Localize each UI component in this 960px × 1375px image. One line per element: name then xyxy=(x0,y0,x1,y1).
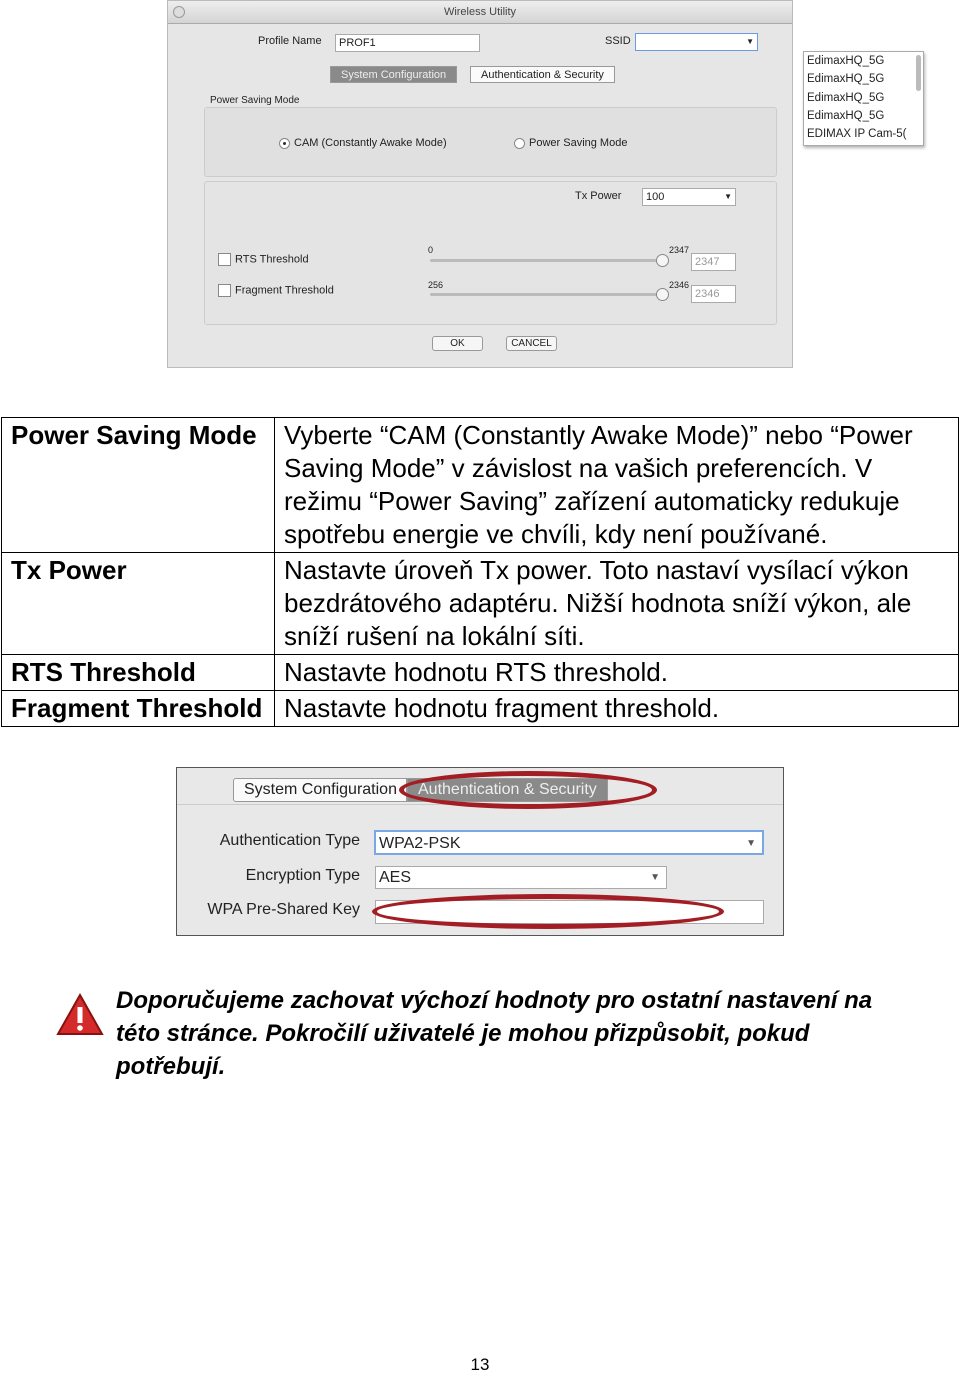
auth-security-screenshot: System Configuration Authentication & Se… xyxy=(176,767,784,936)
power-saving-mode-label: Power Saving Mode xyxy=(210,95,300,106)
auth-type-value: WPA2-PSK xyxy=(379,835,461,852)
ssid-dropdown-list: EdimaxHQ_5G EdimaxHQ_5G EdimaxHQ_5G Edim… xyxy=(803,51,924,146)
rts-min: 0 xyxy=(428,245,434,255)
text-line: Vyberte “CAM (Constantly Awake Mode)” ne… xyxy=(284,420,913,450)
text-line: sníží rušení na lokální síti. xyxy=(284,621,585,651)
fragment-label: Fragment Threshold xyxy=(235,284,334,297)
cancel-button[interactable]: CANCEL xyxy=(506,336,557,351)
psk-label: WPA Pre-Shared Key xyxy=(207,901,360,918)
tx-power-label: Tx Power xyxy=(575,190,622,202)
profile-name-label: Profile Name xyxy=(258,35,322,47)
rts-max: 2347 xyxy=(669,245,690,255)
profile-name-input[interactable]: PROF1 xyxy=(335,34,480,52)
fragment-slider-handle[interactable] xyxy=(656,288,669,301)
text-line: Saving Mode” v závislost na vašich prefe… xyxy=(284,453,873,483)
chevron-down-icon: ▼ xyxy=(650,872,660,883)
fragment-slider-track[interactable] xyxy=(430,293,663,296)
ssid-option[interactable]: EdimaxHQ_5G xyxy=(804,89,923,107)
text-line: režimu “Power Saving” zařízení automatic… xyxy=(284,486,900,516)
table-row: Fragment Threshold Nastavte hodnotu fragm… xyxy=(1,690,959,727)
tab-system-configuration[interactable]: System Configuration xyxy=(330,66,458,83)
checkbox-icon xyxy=(218,253,231,266)
text-line: spotřebu energie ve chvíli, kdy není pou… xyxy=(284,519,828,549)
ssid-label: SSID xyxy=(605,35,631,47)
window-title: Wireless Utility xyxy=(168,1,792,24)
scrollbar[interactable] xyxy=(916,55,921,91)
ssid-option[interactable]: EdimaxHQ_5G xyxy=(804,70,923,88)
tx-power-value: 100 xyxy=(646,191,665,203)
fragment-min: 256 xyxy=(428,280,444,290)
wireless-utility-window: Wireless Utility Profile Name PROF1 SSID… xyxy=(167,0,924,368)
table-value: Vyberte “CAM (Constantly Awake Mode)” ne… xyxy=(274,417,959,553)
table-row: Power Saving Mode Vyberte “CAM (Constantl… xyxy=(1,417,959,553)
enc-type-select[interactable]: AES ▼ xyxy=(375,866,667,889)
ssid-option[interactable]: EdimaxHQ_5G xyxy=(804,52,923,70)
checkbox-icon xyxy=(218,284,231,297)
tab-authentication-security[interactable]: Authentication & Security xyxy=(470,66,615,83)
chevron-down-icon: ▼ xyxy=(746,838,756,849)
table-value: Nastavte hodnotu RTS threshold. xyxy=(274,654,959,691)
radio-cam[interactable]: CAM (Constantly Awake Mode) xyxy=(279,137,447,149)
chevron-down-icon: ▼ xyxy=(724,192,732,201)
ok-button[interactable]: OK xyxy=(432,336,483,351)
text-line: této stránce. Pokročilí uživatelé je moh… xyxy=(116,1020,810,1047)
rts-threshold-checkbox[interactable]: RTS Threshold xyxy=(218,253,309,266)
highlight-oval xyxy=(399,771,657,809)
ssid-option[interactable]: EDIMAX IP Cam-5( xyxy=(804,125,923,143)
text-line: Nastavte hodnotu fragment threshold. xyxy=(284,693,720,723)
radio-cam-label: CAM (Constantly Awake Mode) xyxy=(294,137,447,149)
enc-type-value: AES xyxy=(379,869,412,886)
fragment-threshold-checkbox[interactable]: Fragment Threshold xyxy=(218,284,334,297)
table-key: Power Saving Mode xyxy=(1,417,275,553)
radio-psm-label: Power Saving Mode xyxy=(529,137,628,149)
table-key: Fragment Threshold xyxy=(1,690,275,727)
text-line: Nastavte hodnotu RTS threshold. xyxy=(284,657,668,687)
text-line: Nastavte úroveň Tx power. Toto nastaví v… xyxy=(284,555,909,585)
fragment-value-input[interactable]: 2346 xyxy=(691,285,736,303)
table-key: Tx Power xyxy=(1,552,275,655)
warning-text: Doporučujeme zachovat výchozí hodnoty pr… xyxy=(116,984,872,1083)
table-key: RTS Threshold xyxy=(1,654,275,691)
rts-value-input[interactable]: 2347 xyxy=(691,253,736,271)
chevron-down-icon: ▼ xyxy=(746,37,754,46)
table-row: Tx Power Nastavte úroveň Tx power. Toto n… xyxy=(1,552,959,655)
fragment-max: 2346 xyxy=(669,280,690,290)
warning-triangle-icon xyxy=(56,993,104,1035)
text-line: Doporučujeme zachovat výchozí hodnoty pr… xyxy=(116,987,873,1014)
radio-selected-icon xyxy=(279,137,290,149)
highlight-oval xyxy=(372,894,724,929)
rts-slider-handle[interactable] xyxy=(656,254,669,267)
auth-type-label: Authentication Type xyxy=(219,832,360,849)
table-value: Nastavte hodnotu fragment threshold. xyxy=(274,690,959,727)
tab-system-configuration[interactable]: System Configuration xyxy=(233,778,407,802)
close-window-icon[interactable] xyxy=(173,6,185,18)
table-row: RTS Threshold Nastavte hodnotu RTS thresh… xyxy=(1,654,959,691)
auth-type-select[interactable]: WPA2-PSK ▼ xyxy=(374,830,764,855)
text-line: potřebují. xyxy=(116,1053,226,1080)
radio-power-saving[interactable]: Power Saving Mode xyxy=(514,137,627,149)
ssid-combobox[interactable]: ▼ xyxy=(635,33,758,51)
rts-slider-track[interactable] xyxy=(430,259,663,262)
text-line: bezdrátového adaptéru. Nižší hodnota sní… xyxy=(284,588,912,618)
table-value: Nastavte úroveň Tx power. Toto nastaví v… xyxy=(274,552,959,655)
rts-label: RTS Threshold xyxy=(235,253,309,266)
settings-description-table: Power Saving Mode Vyberte “CAM (Constantl… xyxy=(1,417,959,727)
enc-type-label: Encryption Type xyxy=(245,867,360,884)
radio-unselected-icon xyxy=(514,137,525,149)
ssid-option[interactable]: EdimaxHQ_5G xyxy=(804,107,923,125)
tx-power-select[interactable]: 100 ▼ xyxy=(642,188,736,206)
page-number: 13 xyxy=(470,1355,490,1374)
